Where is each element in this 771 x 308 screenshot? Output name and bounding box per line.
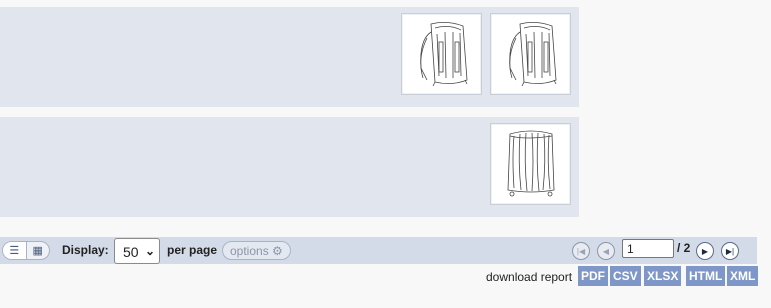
per-page-label: per page bbox=[167, 243, 218, 257]
download-report-label: download report bbox=[486, 270, 573, 284]
result-thumbnail[interactable] bbox=[490, 123, 571, 205]
view-toggle: ☰ ▦ bbox=[2, 241, 50, 260]
per-page-value: 50 bbox=[123, 244, 139, 260]
last-page-icon[interactable]: ▶| bbox=[721, 242, 739, 260]
download-pdf-button[interactable]: PDF bbox=[578, 266, 608, 286]
next-page-icon[interactable]: ▶ bbox=[696, 242, 714, 260]
result-thumbnail[interactable] bbox=[401, 13, 482, 95]
options-button[interactable]: options ⚙ bbox=[222, 241, 291, 260]
download-html-button[interactable]: HTML bbox=[686, 266, 726, 286]
page-total: / 2 bbox=[677, 241, 691, 255]
download-xlsx-button[interactable]: XLSX bbox=[644, 266, 682, 286]
download-xml-button[interactable]: XML bbox=[727, 266, 759, 286]
previous-page-icon[interactable]: ◀ bbox=[597, 242, 615, 260]
first-page-icon[interactable]: |◀ bbox=[572, 242, 590, 260]
grid-view-icon[interactable]: ▦ bbox=[25, 242, 50, 259]
display-label: Display: bbox=[62, 243, 109, 257]
backpack-drawing-icon bbox=[419, 22, 467, 87]
page-number-input[interactable]: 1 bbox=[622, 239, 674, 258]
pagination-toolbar: ☰ ▦ Display: 50 ⌄ per page options ⚙ |◀ … bbox=[0, 237, 757, 264]
suitcase-drawing-icon bbox=[507, 130, 554, 197]
results-row bbox=[0, 7, 579, 107]
results-row bbox=[0, 117, 579, 217]
download-csv-button[interactable]: CSV bbox=[610, 266, 641, 286]
backpack-drawing-icon bbox=[508, 22, 556, 87]
result-thumbnail[interactable] bbox=[490, 13, 571, 95]
list-view-icon[interactable]: ☰ bbox=[3, 242, 26, 259]
chevron-down-icon: ⌄ bbox=[144, 244, 155, 258]
per-page-select[interactable]: 50 ⌄ bbox=[114, 238, 160, 264]
